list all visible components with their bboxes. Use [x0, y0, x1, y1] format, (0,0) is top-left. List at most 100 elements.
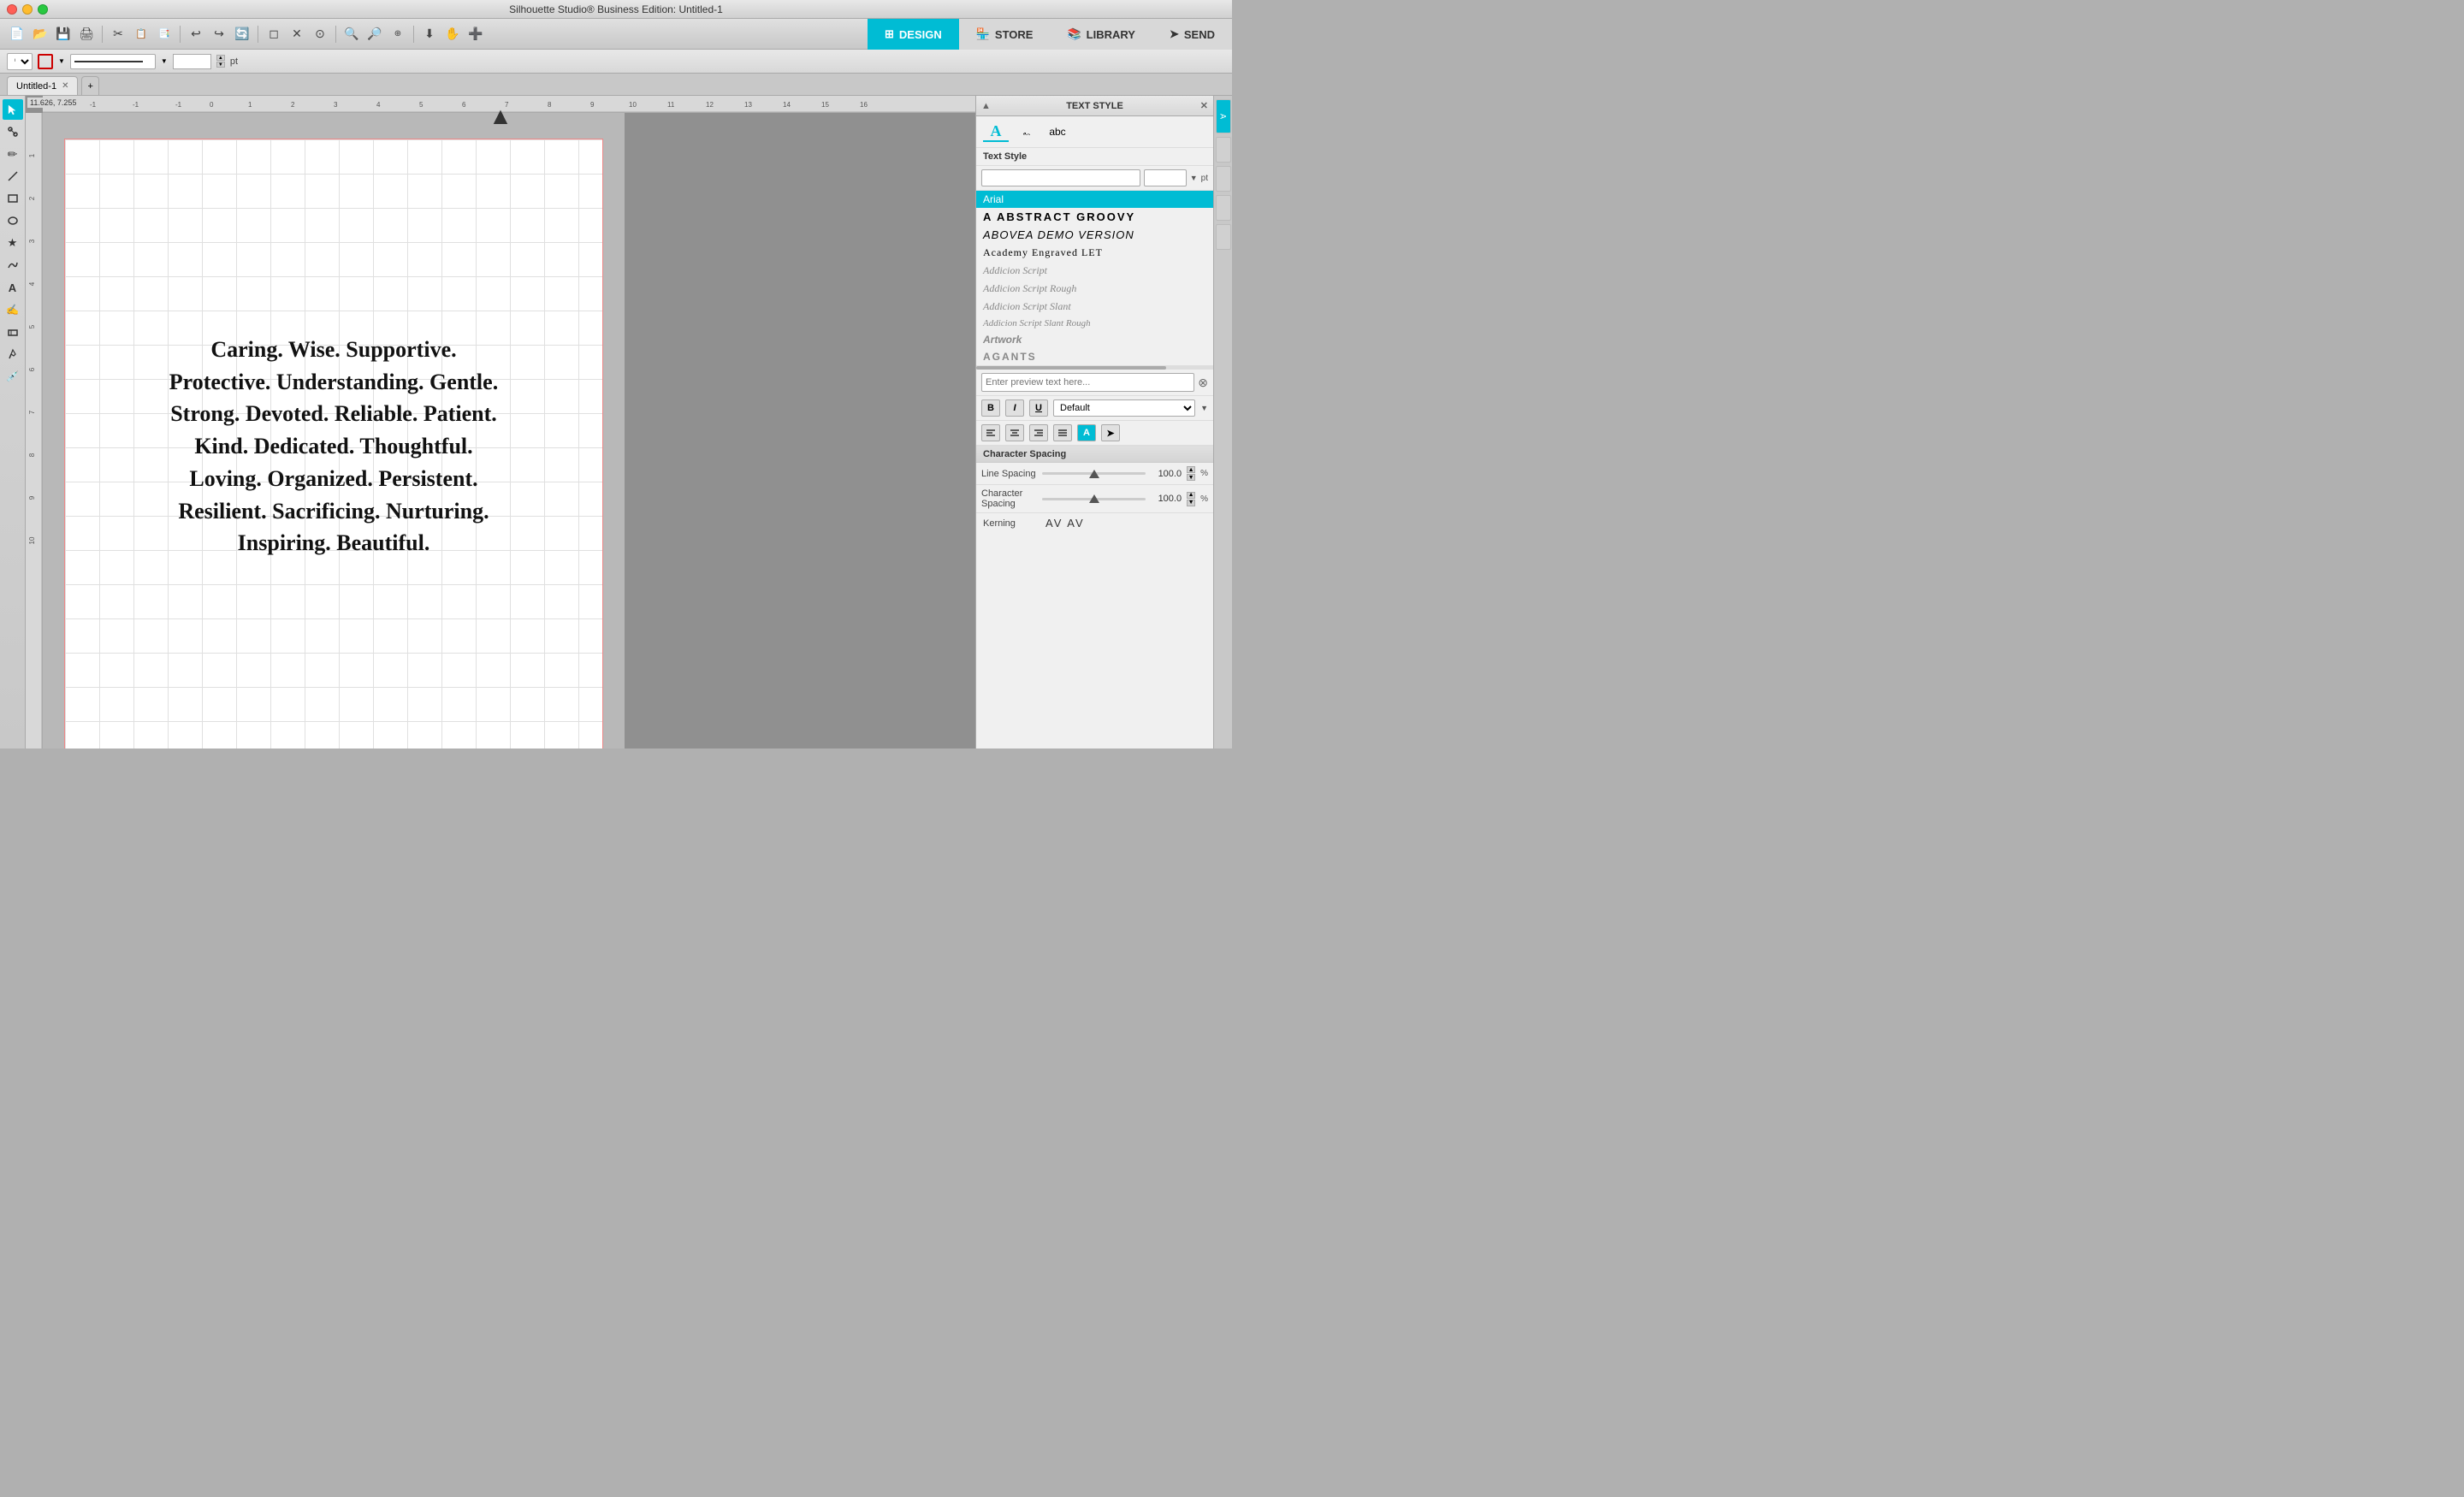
sync-button[interactable]: 🔄 — [232, 24, 252, 44]
right-sidebar-btn-2[interactable] — [1216, 137, 1231, 163]
font-list-scrollbar-thumb[interactable] — [976, 366, 1166, 370]
preview-clear-button[interactable]: ⊗ — [1198, 376, 1208, 390]
ellipse-tool[interactable] — [3, 210, 23, 231]
abc-icon-tab[interactable]: abc — [1045, 121, 1070, 142]
add-button[interactable]: ➕ — [465, 24, 486, 44]
font-list[interactable]: Arial A ABSTRACT GROOVY ABOVEA DEMO VERS… — [976, 191, 1213, 366]
char-spacing-slider[interactable] — [1042, 492, 1146, 506]
font-item-addicion-script[interactable]: Addicion Script — [976, 262, 1213, 280]
rectangle-tool[interactable] — [3, 188, 23, 209]
pan-button[interactable]: ✋ — [442, 24, 463, 44]
redo-button[interactable]: ↪ — [209, 24, 229, 44]
style-icon-tab[interactable]: 𝂢 — [1014, 121, 1040, 142]
paint-tool[interactable] — [3, 344, 23, 364]
new-button[interactable]: 📄 — [7, 24, 27, 44]
save-button[interactable]: 💾 — [53, 24, 74, 44]
eyedropper-tool[interactable]: 💉 — [3, 366, 23, 387]
document-tab[interactable]: Untitled-1 ✕ — [7, 76, 78, 95]
font-item-abstract-groovy[interactable]: A ABSTRACT GROOVY — [976, 208, 1213, 226]
line-spacing-slider[interactable] — [1042, 467, 1146, 481]
star-tool[interactable]: ★ — [3, 233, 23, 253]
canvas-area[interactable]: 11.626, 7.255 -1 -1 -1 0 1 2 3 4 5 6 7 8… — [26, 96, 975, 748]
align-left-button[interactable] — [981, 424, 1000, 441]
settings-button[interactable]: ⊙ — [310, 24, 330, 44]
italic-button[interactable]: I — [1005, 399, 1024, 417]
tool-select[interactable]: ↖ — [7, 53, 33, 70]
line-tool[interactable] — [3, 166, 23, 186]
stroke-color-arrow[interactable]: ▼ — [58, 57, 65, 65]
panel-collapse-button[interactable]: ▲ — [981, 101, 991, 111]
stroke-color-box[interactable] — [38, 54, 53, 69]
underline-button[interactable]: U — [1029, 399, 1048, 417]
freehand-tool[interactable] — [3, 255, 23, 275]
zoom-out-button[interactable]: 🔎 — [364, 24, 385, 44]
align-center-button[interactable] — [1005, 424, 1024, 441]
align-right-button[interactable] — [1029, 424, 1048, 441]
page-content[interactable]: Caring. Wise. Supportive. Protective. Un… — [65, 139, 602, 748]
char-spacing-down[interactable]: ▼ — [1187, 500, 1195, 506]
print-button[interactable]: 🖨 — [76, 24, 97, 44]
text-style-icon-tab[interactable]: A — [983, 121, 1009, 142]
undo-button[interactable]: ↩ — [186, 24, 206, 44]
zoom-fit-button[interactable]: ⊕ — [388, 24, 408, 44]
select-tool[interactable] — [3, 99, 23, 120]
eraser-tool[interactable] — [3, 322, 23, 342]
line-style-arrow[interactable]: ▼ — [161, 57, 168, 65]
text-on-path-button[interactable]: ➤ — [1101, 424, 1120, 441]
font-item-arial[interactable]: Arial — [976, 191, 1213, 208]
align-justify-button[interactable] — [1053, 424, 1072, 441]
maximize-button[interactable] — [38, 4, 48, 15]
line-spacing-down[interactable]: ▼ — [1187, 474, 1195, 481]
text-tool[interactable]: A — [3, 277, 23, 298]
select-button[interactable]: ◻ — [264, 24, 284, 44]
font-size-input[interactable]: 72.00 — [1144, 169, 1187, 186]
stroke-width-input[interactable]: 0.00 — [173, 54, 211, 69]
font-item-addicion-script-rough[interactable]: Addicion Script Rough — [976, 280, 1213, 298]
pencil-tool[interactable]: ✏ — [3, 144, 23, 164]
stroke-width-spinner[interactable]: ▲ ▼ — [216, 55, 225, 68]
paste-button[interactable]: 📑 — [154, 24, 175, 44]
line-spacing-spinner[interactable]: ▲ ▼ — [1187, 466, 1195, 481]
zoom-in-button[interactable]: 🔍 — [341, 24, 362, 44]
right-sidebar-btn-1[interactable]: A — [1216, 99, 1231, 133]
char-spacing-up[interactable]: ▲ — [1187, 492, 1195, 499]
knife-tool[interactable]: ✍ — [3, 299, 23, 320]
tab-close-button[interactable]: ✕ — [62, 81, 68, 91]
font-preview-input[interactable] — [981, 373, 1194, 392]
font-style-dropdown-arrow[interactable]: ▼ — [1200, 404, 1208, 412]
font-item-agants[interactable]: AGANTS — [976, 348, 1213, 365]
char-spacing-thumb[interactable] — [1089, 494, 1099, 503]
text-color-indicator[interactable]: A — [1077, 424, 1096, 441]
design-tab[interactable]: ⊞ DESIGN — [868, 19, 959, 50]
right-sidebar-btn-4[interactable] — [1216, 195, 1231, 221]
right-sidebar-btn-5[interactable] — [1216, 224, 1231, 250]
font-item-abovea[interactable]: ABOVEA DEMO VERSION — [976, 226, 1213, 244]
right-sidebar-btn-3[interactable] — [1216, 166, 1231, 192]
line-spacing-up[interactable]: ▲ — [1187, 466, 1195, 473]
move-down-button[interactable]: ⬇ — [419, 24, 440, 44]
font-item-artwork[interactable]: Artwork — [976, 331, 1213, 348]
cut-button[interactable]: ✂ — [108, 24, 128, 44]
delete-button[interactable]: ✕ — [287, 24, 307, 44]
line-style-selector[interactable] — [70, 54, 156, 69]
font-size-dropdown-arrow[interactable]: ▼ — [1190, 174, 1198, 182]
char-spacing-spinner[interactable]: ▲ ▼ — [1187, 492, 1195, 506]
line-spacing-thumb[interactable] — [1089, 470, 1099, 478]
font-item-addicion-script-slant-rough[interactable]: Addicion Script Slant Rough — [976, 316, 1213, 331]
new-tab-button[interactable]: + — [81, 76, 98, 95]
font-item-addicion-script-slant[interactable]: Addicion Script Slant — [976, 298, 1213, 316]
node-tool[interactable] — [3, 121, 23, 142]
copy-button[interactable]: 📋 — [131, 24, 151, 44]
minimize-button[interactable] — [22, 4, 33, 15]
close-button[interactable] — [7, 4, 17, 15]
store-tab[interactable]: 🏪 STORE — [959, 19, 1051, 50]
bold-button[interactable]: B — [981, 399, 1000, 417]
library-tab[interactable]: 📚 LIBRARY — [1050, 19, 1152, 50]
font-name-input[interactable]: Arial — [981, 169, 1140, 186]
send-tab[interactable]: ➤ SEND — [1152, 19, 1232, 50]
open-button[interactable]: 📂 — [30, 24, 50, 44]
font-style-select[interactable]: Default — [1053, 399, 1195, 417]
panel-close-button[interactable]: ✕ — [1200, 100, 1208, 111]
text-content[interactable]: Caring. Wise. Supportive. Protective. Un… — [152, 317, 515, 577]
font-item-academy-engraved[interactable]: Academy Engraved LET — [976, 244, 1213, 262]
